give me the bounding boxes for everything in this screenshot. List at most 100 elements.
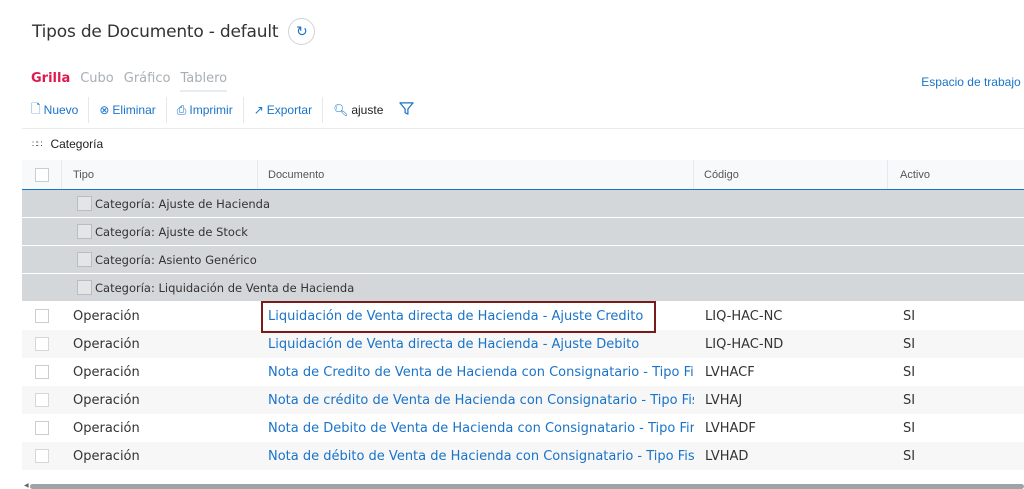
cell-activo: SI [903,420,916,436]
new-document-icon: 🗋 [31,101,41,116]
row-checkbox[interactable] [35,449,49,463]
toolbar: 🗋 Nuevo ⊗ Eliminar ⎙ Imprimir ↗ Exportar 🔍︎ a… [31,97,415,123]
cell-documento: Liquidación de Venta directa de Hacienda… [258,302,694,330]
group-checkbox[interactable] [77,252,92,267]
group-checkbox[interactable] [77,196,92,211]
search-icon: 🔍︎ [333,103,349,117]
cell-codigo: LIQ-HAC-ND [705,336,784,352]
select-all-cell [22,160,62,189]
group-label: Categoría: Ajuste de Hacienda [95,196,271,211]
table-row[interactable]: Operación Nota de Debito de Venta de Hac… [22,414,1024,442]
table-row[interactable]: Operación Liquidación de Venta directa d… [22,330,1024,358]
groupby-chip[interactable]: ∷∷ Categoría [32,137,103,151]
groupby-label: Categoría [50,137,104,151]
group-label: Categoría: Asiento Genérico [95,252,257,267]
cell-activo: SI [903,448,916,464]
document-link[interactable]: Nota de Debito de Venta de Hacienda con … [268,421,694,436]
print-button[interactable]: ⎙ Imprimir [167,97,244,123]
new-button[interactable]: 🗋 Nuevo [31,97,90,123]
search-value[interactable]: ajuste [351,103,383,117]
page-title: Tipos de Documento - default [32,21,279,42]
tab-tablero[interactable]: Tablero [180,71,228,92]
cell-codigo: LIQ-HAC-NC [705,308,783,324]
tab-grafico[interactable]: Gráfico [124,71,171,92]
grid-grip-icon: ∷∷ [32,138,43,149]
column-header-documento[interactable]: Documento [258,160,694,189]
column-header-activo[interactable]: Activo [888,160,1024,189]
workspace-menu[interactable]: Espacio de trabajo∨ [921,75,1024,89]
delete-button-label: Eliminar [112,103,156,117]
column-header-tipo[interactable]: Tipo [62,160,258,189]
cell-codigo: LVHADF [705,420,756,436]
export-button[interactable]: ↗ Exportar [244,97,324,123]
cell-activo: SI [903,364,916,380]
data-grid: Tipo Documento Código Activo Categoría: … [22,160,1024,470]
group-row[interactable]: Categoría: Asiento Genérico [22,246,1024,274]
document-link[interactable]: Liquidación de Venta directa de Hacienda… [268,337,639,352]
workspace-label: Espacio de trabajo [921,75,1021,89]
select-all-checkbox[interactable] [34,167,49,182]
cell-tipo: Operación [73,448,140,464]
export-button-label: Exportar [266,103,313,117]
table-row[interactable]: Operación Nota de Credito de Venta de Ha… [22,358,1024,386]
cell-activo: SI [903,392,916,408]
table-row[interactable]: Operación Liquidación de Venta directa d… [22,302,1024,330]
row-checkbox[interactable] [35,365,49,379]
scroll-left-icon[interactable]: ◀ [24,482,29,489]
horizontal-scrollbar[interactable] [30,484,1024,489]
external-link-icon: ↗ [253,103,264,117]
tab-cubo[interactable]: Cubo [80,71,114,92]
document-link[interactable]: Nota de Credito de Venta de Hacienda con… [268,365,694,380]
document-link[interactable]: Nota de crédito de Venta de Hacienda con… [268,393,694,408]
cell-tipo: Operación [73,420,140,436]
grid-header: Tipo Documento Código Activo [22,160,1024,190]
row-checkbox[interactable] [35,421,49,435]
cell-documento: Nota de Debito de Venta de Hacienda con … [258,414,694,442]
tab-grilla[interactable]: Grilla [31,71,70,92]
printer-icon: ⎙ [176,102,187,117]
table-row[interactable]: Operación Nota de débito de Venta de Hac… [22,442,1024,470]
refresh-icon: ↻ [295,23,308,39]
delete-circle-icon: ⊗ [99,103,110,117]
print-button-label: Imprimir [189,103,233,117]
filter-icon[interactable] [399,101,415,120]
title-row: Tipos de Documento - default ↻ [32,18,316,45]
delete-button[interactable]: ⊗ Eliminar [89,97,167,123]
group-row[interactable]: Categoría: Liquidación de Venta de Hacie… [22,274,1024,302]
group-label: Categoría: Ajuste de Stock [95,224,248,239]
group-checkbox[interactable] [77,224,92,239]
group-checkbox[interactable] [77,280,92,295]
cell-tipo: Operación [73,336,140,352]
new-button-label: Nuevo [43,103,79,117]
document-link[interactable]: Nota de débito de Venta de Hacienda con … [268,449,694,464]
search-box[interactable]: 🔍︎ ajuste [323,103,393,117]
cell-documento: Liquidación de Venta directa de Hacienda… [258,330,694,358]
row-select-cell [22,330,62,358]
row-select-cell [22,358,62,386]
divider [22,128,1024,129]
row-select-cell [22,302,62,330]
cell-tipo: Operación [73,308,140,324]
group-row[interactable]: Categoría: Ajuste de Stock [22,218,1024,246]
cell-documento: Nota de Credito de Venta de Hacienda con… [258,358,694,386]
cell-documento: Nota de crédito de Venta de Hacienda con… [258,386,694,414]
row-select-cell [22,414,62,442]
group-row[interactable]: Categoría: Ajuste de Hacienda [22,190,1024,218]
cell-codigo: LVHAJ [705,392,743,408]
view-tabs: Grilla Cubo Gráfico Tablero [31,71,237,92]
cell-activo: SI [903,308,916,324]
cell-codigo: LVHAD [705,448,749,464]
table-row[interactable]: Operación Nota de crédito de Venta de Ha… [22,386,1024,414]
column-header-codigo[interactable]: Código [694,160,888,189]
cell-activo: SI [903,336,916,352]
cell-tipo: Operación [73,392,140,408]
row-checkbox[interactable] [35,309,49,323]
cell-tipo: Operación [73,364,140,380]
row-checkbox[interactable] [35,393,49,407]
document-link[interactable]: Liquidación de Venta directa de Hacienda… [268,309,643,324]
row-checkbox[interactable] [35,337,49,351]
cell-codigo: LVHACF [705,364,755,380]
refresh-button[interactable]: ↻ [288,18,316,45]
cell-documento: Nota de débito de Venta de Hacienda con … [258,442,694,470]
row-select-cell [22,442,62,470]
